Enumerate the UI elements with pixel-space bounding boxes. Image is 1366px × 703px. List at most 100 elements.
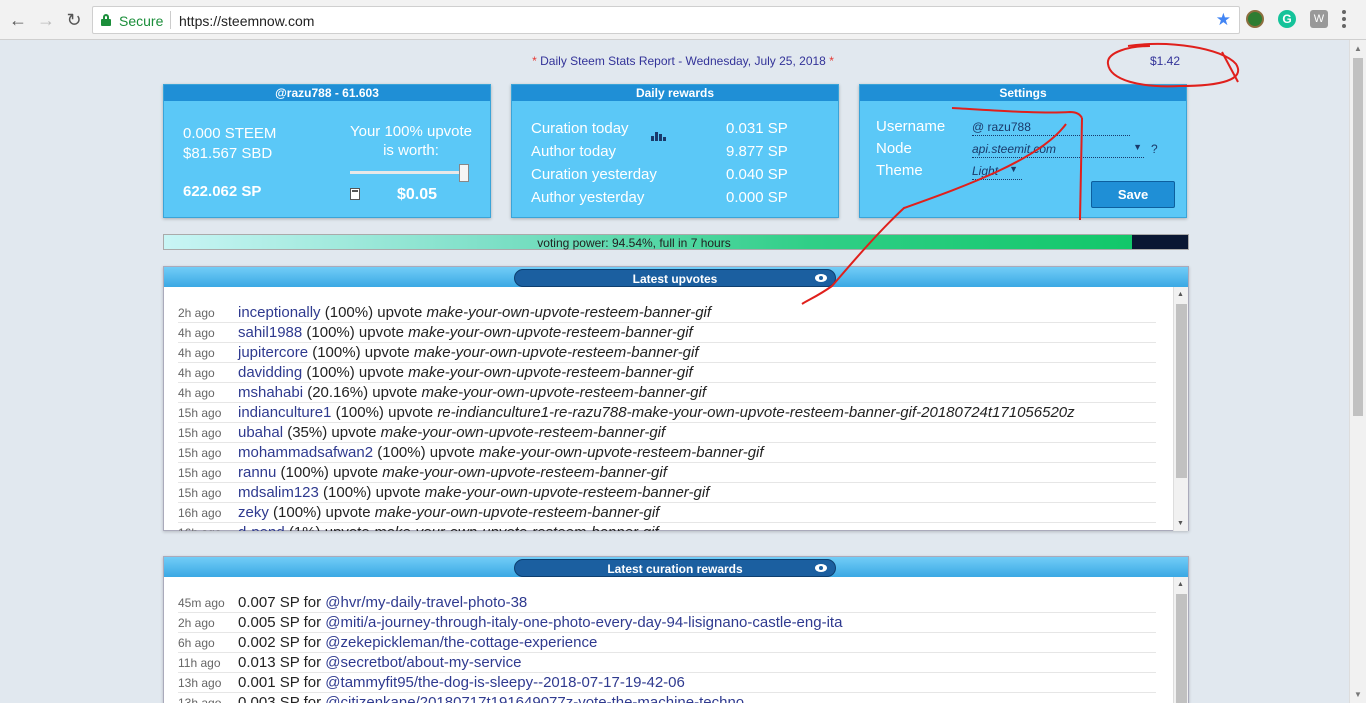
address-separator <box>170 11 171 29</box>
post-permlink[interactable]: re-indianculture1-re-razu788-make-your-o… <box>437 404 1074 421</box>
upvote-row: 16h ago zeky (100%) upvote make-your-own-… <box>178 503 1156 523</box>
theme-value: Light <box>972 164 999 178</box>
time-ago: 15h ago <box>178 426 222 440</box>
voter-link[interactable]: indianculture1 <box>238 404 331 421</box>
reload-icon[interactable]: ↻ <box>62 8 86 32</box>
scrollbar-thumb[interactable] <box>1176 594 1187 703</box>
post-permlink[interactable]: make-your-own-upvote-resteem-banner-gif <box>375 504 660 521</box>
node-help[interactable]: ? <box>1151 142 1158 156</box>
scroll-down-arrow-icon[interactable]: ▼ <box>1354 690 1362 699</box>
vote-weight-slider[interactable] <box>350 171 468 174</box>
post-permlink[interactable]: make-your-own-upvote-resteem-banner-gif <box>425 484 710 501</box>
chevron-down-icon: ▼ <box>1133 142 1142 152</box>
back-arrow-icon[interactable]: ← <box>6 8 30 32</box>
eye-icon[interactable] <box>815 564 827 572</box>
curation-scrollbar[interactable]: ▲ <box>1173 577 1188 703</box>
lock-icon <box>101 14 111 26</box>
upvote-row: 15h ago indianculture1 (100%) upvote re-i… <box>178 403 1156 423</box>
post-permlink[interactable]: make-your-own-upvote-resteem-banner-gif <box>374 524 659 531</box>
theme-label: Theme <box>876 162 923 179</box>
extension-globe-icon[interactable] <box>1246 10 1264 28</box>
vote-percent: (100%) upvote <box>318 484 425 501</box>
username-field[interactable]: @ razu788 <box>972 120 1130 136</box>
scroll-up-arrow-icon[interactable]: ▲ <box>1177 291 1184 298</box>
scrollbar-thumb[interactable] <box>1353 58 1363 416</box>
sbd-balance: $81.567 SBD <box>183 145 273 162</box>
curation-row: 13h ago 0.003 SP for @citizenkane/2018071… <box>178 693 1156 703</box>
latest-upvotes-header: Latest upvotes <box>514 269 836 287</box>
upvotes-scrollbar[interactable]: ▲ ▼ <box>1173 287 1188 531</box>
upvote-row: 4h ago jupitercore (100%) upvote make-you… <box>178 343 1156 363</box>
post-permlink[interactable]: make-your-own-upvote-resteem-banner-gif <box>408 324 693 341</box>
forward-arrow-icon[interactable]: → <box>34 8 58 32</box>
steem-price: $1.42 <box>1150 54 1181 68</box>
theme-select[interactable]: Light ▼ <box>972 164 1022 180</box>
voter-link[interactable]: mohammadsafwan2 <box>238 444 373 461</box>
voter-link[interactable]: davidding <box>238 364 302 381</box>
voter-link[interactable]: sahil1988 <box>238 324 302 341</box>
curation-row: 2h ago 0.005 SP for @miti/a-journey-throu… <box>178 613 1156 633</box>
post-permlink[interactable]: make-your-own-upvote-resteem-banner-gif <box>426 304 711 321</box>
post-permlink[interactable]: make-your-own-upvote-resteem-banner-gif <box>408 364 693 381</box>
upvote-row: 15h ago mohammadsafwan2 (100%) upvote mak… <box>178 443 1156 463</box>
scroll-down-arrow-icon[interactable]: ▼ <box>1177 520 1184 527</box>
grammarly-icon[interactable]: G <box>1278 10 1296 28</box>
post-permlink[interactable]: make-your-own-upvote-resteem-banner-gif <box>382 464 667 481</box>
post-permlink[interactable]: make-your-own-upvote-resteem-banner-gif <box>381 424 666 441</box>
time-ago: 4h ago <box>178 386 215 400</box>
time-ago: 4h ago <box>178 366 215 380</box>
voter-link[interactable]: ubahal <box>238 424 283 441</box>
upvote-row: 16h agod-pend (1%) upvote make-your-own-… <box>178 523 1156 531</box>
page-scrollbar[interactable]: ▲ ▼ <box>1349 40 1366 703</box>
post-link[interactable]: @secretbot/about-my-service <box>325 654 521 671</box>
post-permlink[interactable]: make-your-own-upvote-resteem-banner-gif <box>479 444 764 461</box>
reward-row: Curation today 0.031 SP <box>531 120 821 143</box>
voter-link[interactable]: zeky <box>238 504 269 521</box>
post-link[interactable]: @miti/a-journey-through-italy-one-photo-… <box>325 614 842 631</box>
latest-curation-title: Latest curation rewards <box>607 562 743 576</box>
post-permlink[interactable]: make-your-own-upvote-resteem-banner-gif <box>414 344 699 361</box>
address-bar[interactable]: Secure https://steemnow.com ★ <box>92 6 1240 34</box>
voter-link[interactable]: rannu <box>238 464 276 481</box>
settings-title: Settings <box>860 85 1186 101</box>
vote-percent: (20.16%) upvote <box>303 384 422 401</box>
wordpress-extension-icon[interactable]: W <box>1310 10 1328 28</box>
upvote-value: $0.05 <box>397 186 438 203</box>
voter-link[interactable]: mshahabi <box>238 384 303 401</box>
upvote-worth-label: Your 100% upvote is worth: <box>349 123 473 159</box>
post-link[interactable]: @citizenkane/20180717t191649077z-vote-th… <box>325 694 744 703</box>
upvote-row: 4h ago davidding (100%) upvote make-your-… <box>178 363 1156 383</box>
scroll-up-arrow-icon[interactable]: ▲ <box>1354 44 1362 53</box>
bar-chart-icon[interactable] <box>651 124 667 141</box>
scrollbar-thumb[interactable] <box>1176 304 1187 478</box>
reward-row: Author yesterday 0.000 SP <box>531 189 821 212</box>
post-permlink[interactable]: make-your-own-upvote-resteem-banner-gif <box>421 384 706 401</box>
curation-row: 13h ago 0.001 SP for @tammyfit95/the-dog-… <box>178 673 1156 693</box>
voter-link[interactable]: d-pend <box>238 524 285 531</box>
secure-label: Secure <box>119 13 164 29</box>
post-link[interactable]: @hvr/my-daily-travel-photo-38 <box>325 594 527 611</box>
calculator-icon[interactable] <box>350 188 360 200</box>
post-link[interactable]: @tammyfit95/the-dog-is-sleepy--2018-07-1… <box>325 674 685 691</box>
url-text[interactable]: https://steemnow.com <box>179 13 314 29</box>
voter-link[interactable]: jupitercore <box>238 344 308 361</box>
settings-card: Settings Username @ razu788 Node api.ste… <box>859 84 1187 218</box>
scroll-up-arrow-icon[interactable]: ▲ <box>1177 581 1184 588</box>
node-select[interactable]: api.steemit.com ▼ <box>972 142 1144 158</box>
post-link[interactable]: @zekepickleman/the-cottage-experience <box>325 634 597 651</box>
slider-handle[interactable] <box>459 164 469 182</box>
vote-percent: (100%) upvote <box>373 444 479 461</box>
voter-link[interactable]: inceptionally <box>238 304 321 321</box>
time-ago: 13h ago <box>178 696 222 703</box>
save-button[interactable]: Save <box>1091 181 1175 208</box>
upvotes-list: 2h ago inceptionally (100%) upvote make-y… <box>178 303 1156 531</box>
voter-link[interactable]: mdsalim123 <box>238 484 319 501</box>
bookmark-star-icon[interactable]: ★ <box>1216 10 1231 30</box>
time-ago: 11h ago <box>178 656 221 670</box>
vote-percent: (35%) upvote <box>283 424 381 441</box>
reward-label: Author today <box>531 143 617 160</box>
eye-icon[interactable] <box>815 274 827 282</box>
browser-menu-icon[interactable] <box>1342 10 1346 31</box>
vote-percent: (100%) upvote <box>268 504 375 521</box>
daily-rewards-title: Daily rewards <box>512 85 838 101</box>
